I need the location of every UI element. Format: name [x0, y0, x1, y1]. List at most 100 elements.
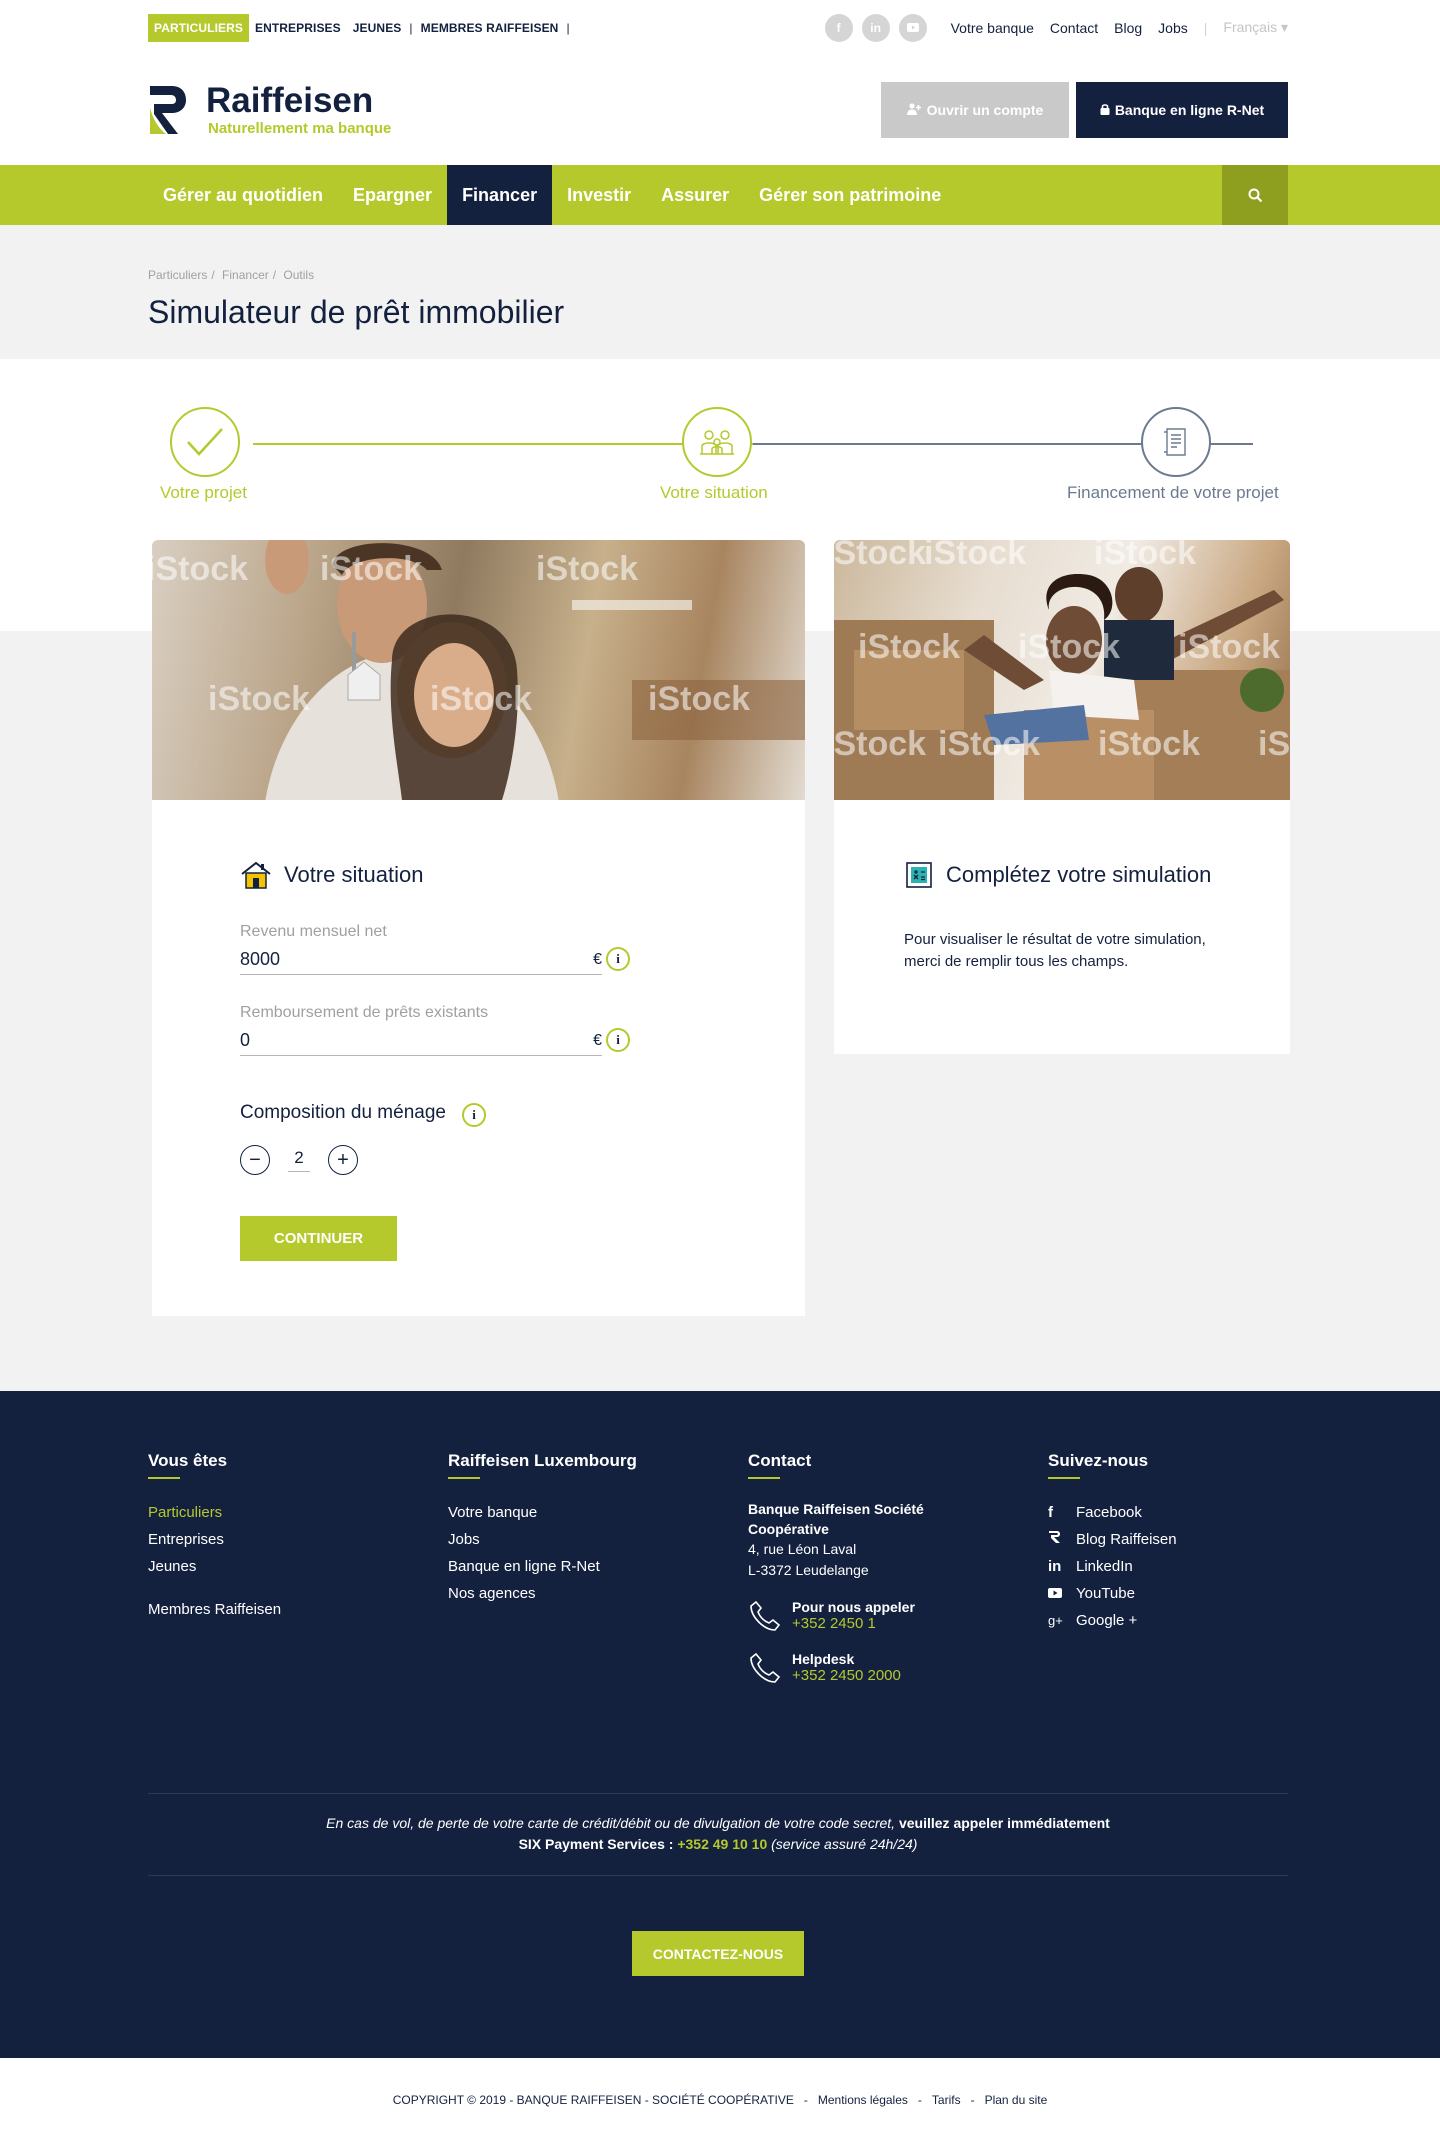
social-link-linkedin[interactable]: in LinkedIn: [1048, 1553, 1328, 1580]
breadcrumb-item[interactable]: Outils: [283, 268, 314, 282]
footer-link[interactable]: Votre banque: [448, 1499, 728, 1526]
link-jobs[interactable]: Jobs: [1158, 20, 1188, 36]
separator: -: [803, 2093, 808, 2107]
footer-link[interactable]: Banque en ligne R-Net: [448, 1553, 728, 1580]
notice-number[interactable]: +352 49 10 10: [677, 1836, 767, 1852]
nav-assurer[interactable]: Assurer: [646, 165, 744, 225]
footer-link[interactable]: Jeunes: [148, 1553, 428, 1580]
step-circle-projet[interactable]: [170, 407, 240, 477]
helpdesk-block: Helpdesk +352 2450 2000: [748, 1651, 1028, 1685]
phone-icon: [750, 1600, 781, 1631]
step-label-financement: Financement de votre projet: [1067, 483, 1279, 502]
youtube-icon[interactable]: [898, 13, 927, 42]
title-underline: [748, 1477, 780, 1479]
footer-col-title: Raiffeisen Luxembourg: [448, 1451, 637, 1470]
footer-col-raiffeisen: Raiffeisen Luxembourg Votre banque Jobs …: [448, 1451, 728, 1607]
footer-col-suivez-nous: Suivez-nous f Facebook Blog Raiffeisen in…: [1048, 1451, 1328, 1634]
call-number[interactable]: +352 2450 1: [792, 1615, 915, 1632]
social-link-facebook[interactable]: f Facebook: [1048, 1499, 1328, 1526]
info-icon[interactable]: i: [606, 1028, 630, 1052]
open-account-button[interactable]: Ouvrir un compte: [881, 82, 1069, 138]
search-button[interactable]: [1222, 165, 1288, 225]
title-band: [0, 225, 1440, 359]
link-contact[interactable]: Contact: [1050, 20, 1098, 36]
watermark-text: iStock: [430, 680, 533, 718]
nav-investir[interactable]: Investir: [552, 165, 646, 225]
site-header: Raiffeisen Naturellement ma banque Ouvri…: [148, 55, 1288, 165]
watermark-text: iStock: [938, 725, 1041, 763]
segment-jeunes[interactable]: JEUNES: [347, 14, 408, 42]
footer-link[interactable]: Jobs: [448, 1526, 728, 1553]
brand-name: Raiffeisen: [206, 80, 374, 120]
footer-link[interactable]: Nos agences: [448, 1580, 728, 1607]
linkedin-icon[interactable]: in: [861, 13, 890, 42]
notice-text: En cas de vol, de perte de votre carte d…: [326, 1815, 899, 1831]
link-tarifs[interactable]: Tarifs: [932, 2093, 961, 2107]
info-icon[interactable]: i: [462, 1103, 486, 1127]
youtube-icon: [1048, 1580, 1076, 1607]
contact-us-button[interactable]: CONTACTEZ-NOUS: [632, 1931, 804, 1976]
repayment-value: 0: [240, 1030, 251, 1050]
footer-divider: [148, 1793, 1288, 1794]
company-name: Banque Raiffeisen Société: [748, 1501, 924, 1517]
breadcrumb-item[interactable]: Particuliers: [148, 268, 207, 282]
language-select[interactable]: Français ▾: [1223, 19, 1288, 36]
logo-text: Raiffeisen Naturellement ma banque: [206, 80, 391, 137]
social-link-youtube[interactable]: YouTube: [1048, 1580, 1328, 1607]
company-name-2: Coopérative: [748, 1521, 829, 1537]
online-banking-label: Banque en ligne R-Net: [1114, 102, 1265, 118]
link-mentions[interactable]: Mentions légales: [818, 2093, 908, 2107]
watermark-text: iStock: [1258, 725, 1290, 763]
separator: -: [917, 2093, 922, 2107]
watermark-text: iStock: [834, 725, 927, 763]
footer-col-contact: Contact Banque Raiffeisen Société Coopér…: [748, 1451, 1028, 1685]
helpdesk-label: Helpdesk: [792, 1651, 855, 1667]
social-label: Facebook: [1076, 1504, 1142, 1521]
logo[interactable]: Raiffeisen Naturellement ma banque: [148, 80, 391, 137]
increment-button[interactable]: +: [328, 1145, 358, 1175]
segment-membres[interactable]: MEMBRES RAIFFEISEN: [415, 14, 565, 42]
simulation-hint: Pour visualiser le résultat de votre sim…: [904, 931, 1206, 970]
income-input[interactable]: 8000 €: [240, 945, 602, 975]
nav-patrimoine[interactable]: Gérer son patrimoine: [744, 165, 956, 225]
watermark-text: iStock: [536, 550, 639, 588]
nav-epargner[interactable]: Epargner: [338, 165, 447, 225]
link-plan-du-site[interactable]: Plan du site: [985, 2093, 1048, 2107]
step-circle-situation[interactable]: [682, 407, 752, 477]
footer-link[interactable]: Particuliers: [148, 1499, 428, 1526]
breadcrumb-item[interactable]: Financer: [222, 268, 269, 282]
watermark-text: iStock: [924, 540, 1027, 572]
link-votre-banque[interactable]: Votre banque: [951, 20, 1034, 36]
social-link-blog[interactable]: Blog Raiffeisen: [1048, 1526, 1328, 1553]
nav-financer[interactable]: Financer: [447, 165, 553, 225]
footer-link[interactable]: Entreprises: [148, 1526, 428, 1553]
moving-couple-photo: iStock iStock iStock iStock iStock iStoc…: [834, 540, 1290, 800]
nav-gerer-quotidien[interactable]: Gérer au quotidien: [148, 165, 338, 225]
social-label: YouTube: [1076, 1585, 1135, 1602]
copyright-text: COPYRIGHT © 2019 - BANQUE RAIFFEISEN - S…: [392, 2093, 794, 2107]
segment-entreprises[interactable]: ENTREPRISES: [249, 14, 347, 42]
household-label: Composition du ménage: [240, 1102, 446, 1123]
watermark-text: iStock: [152, 550, 249, 588]
link-blog[interactable]: Blog: [1114, 20, 1142, 36]
document-icon: [1164, 428, 1186, 456]
decrement-button[interactable]: −: [240, 1145, 270, 1175]
situation-card: iStock iStock iStock iStock iStock iStoc…: [152, 540, 805, 1316]
step-circle-financement[interactable]: [1141, 407, 1211, 477]
breadcrumb-separator: /: [272, 268, 277, 282]
social-link-google[interactable]: g+ Google +: [1048, 1607, 1328, 1634]
watermark-text: iStock: [320, 550, 423, 588]
info-icon[interactable]: i: [606, 947, 630, 971]
household-value[interactable]: 2: [288, 1148, 310, 1172]
helpdesk-number[interactable]: +352 2450 2000: [792, 1667, 901, 1684]
repayment-input[interactable]: 0 €: [240, 1026, 602, 1056]
footer-link[interactable]: Membres Raiffeisen: [148, 1596, 428, 1623]
continue-button[interactable]: CONTINUER: [240, 1216, 397, 1261]
site-footer: Vous êtes Particuliers Entreprises Jeune…: [0, 1391, 1440, 2058]
segment-particuliers[interactable]: PARTICULIERS: [148, 13, 249, 42]
footer-divider: [148, 1875, 1288, 1876]
household-stepper: − 2 +: [240, 1145, 358, 1175]
facebook-icon[interactable]: f: [824, 13, 853, 42]
step-label-situation: Votre situation: [660, 483, 768, 502]
online-banking-button[interactable]: Banque en ligne R-Net: [1076, 82, 1288, 138]
